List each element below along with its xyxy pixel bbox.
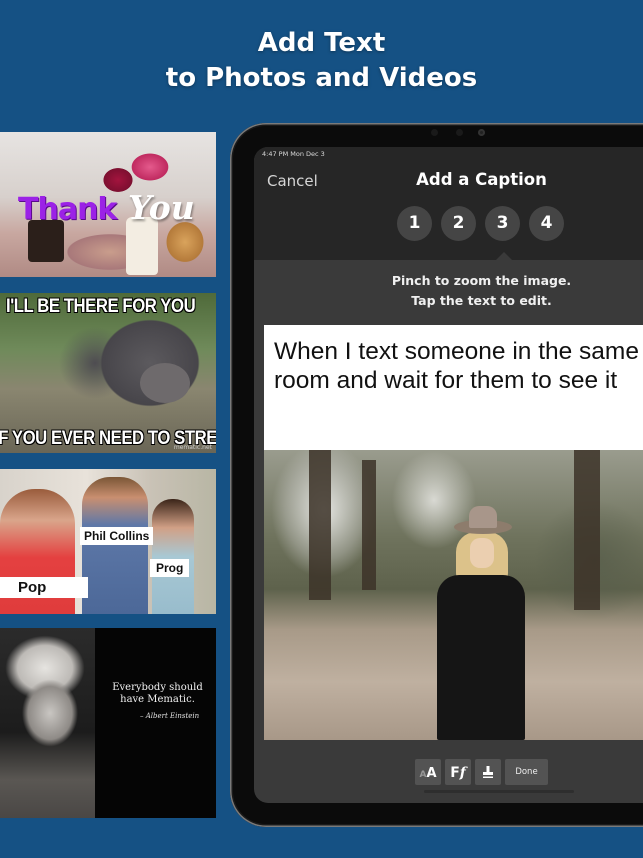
tree-trunk bbox=[574, 450, 600, 610]
step-4-button[interactable]: 4 bbox=[529, 206, 564, 241]
headline-line-1: Add Text bbox=[257, 28, 386, 58]
meme-label: Prog bbox=[150, 559, 190, 577]
hint-line-2: Tap the text to edit. bbox=[411, 293, 552, 308]
tree-trunk bbox=[362, 460, 376, 590]
done-button[interactable]: Done bbox=[505, 759, 548, 785]
hat-crown bbox=[469, 506, 497, 528]
camera-icon bbox=[478, 129, 485, 136]
nav-header: 4:47 PM Mon Dec 3 Cancel Add a Caption 1… bbox=[254, 147, 643, 260]
woman-figure bbox=[437, 575, 525, 740]
text-size-button[interactable]: AA bbox=[415, 759, 441, 785]
headline-line-2: to Photos and Videos bbox=[165, 63, 478, 93]
thank-text: Thank bbox=[18, 192, 117, 227]
active-step-pointer bbox=[496, 252, 512, 260]
photo-canvas[interactable] bbox=[264, 450, 643, 740]
caption-text-area[interactable]: When I text someone in the same room and… bbox=[264, 325, 643, 450]
instructions: Pinch to zoom the image. Tap the text to… bbox=[254, 271, 643, 311]
step-2-button[interactable]: 2 bbox=[441, 206, 476, 241]
stamp-icon bbox=[483, 766, 493, 778]
meme-top-text: I'LL BE THERE FOR YOU bbox=[6, 296, 196, 317]
person-figure bbox=[152, 499, 194, 614]
einstein-portrait bbox=[0, 628, 95, 818]
face bbox=[470, 538, 494, 568]
text-size-icon-large: A bbox=[426, 766, 437, 781]
caption-text[interactable]: When I text someone in the same room and… bbox=[274, 337, 643, 395]
quote-text: Everybody should have Mematic. bbox=[112, 682, 203, 705]
watermark: mematic.net bbox=[173, 444, 212, 451]
quote-author: – Albert Einstein bbox=[140, 712, 200, 720]
meme-label: Phil Collins bbox=[80, 527, 154, 545]
step-1-button[interactable]: 1 bbox=[397, 206, 432, 241]
thumbnail-pig-meme: I'LL BE THERE FOR YOU IF YOU EVER NEED T… bbox=[0, 293, 216, 453]
ipad-device-frame: 4:47 PM Mon Dec 3 Cancel Add a Caption 1… bbox=[230, 123, 643, 827]
caption-line-2: room and wait for them to see it bbox=[274, 367, 618, 394]
hint-line-1: Pinch to zoom the image. bbox=[391, 273, 572, 288]
person-figure bbox=[82, 477, 148, 614]
pig-image bbox=[140, 363, 190, 403]
thumbnail-distracted-boyfriend: Phil Collins Prog Pop bbox=[0, 469, 216, 614]
sensor-dot bbox=[431, 129, 438, 136]
font-button[interactable]: Ff bbox=[445, 759, 471, 785]
caption-line-1: When I text someone in the same bbox=[274, 338, 639, 365]
thumbnail-einstein-quote: Everybody should have Mematic. – Albert … bbox=[0, 628, 216, 818]
stamp-button[interactable] bbox=[475, 759, 501, 785]
sensor-dot bbox=[456, 129, 463, 136]
thumbnail-thank-you: Thank You bbox=[0, 132, 216, 277]
page-headline: Add Text to Photos and Videos bbox=[0, 26, 643, 96]
tree-trunk bbox=[309, 450, 331, 600]
font-icon: Ff bbox=[450, 765, 466, 781]
step-3-button[interactable]: 3 bbox=[485, 206, 520, 241]
cancel-button[interactable]: Cancel bbox=[267, 172, 318, 190]
home-indicator bbox=[424, 790, 574, 793]
app-screen: 4:47 PM Mon Dec 3 Cancel Add a Caption 1… bbox=[254, 147, 643, 803]
status-bar-time: 4:47 PM Mon Dec 3 bbox=[262, 150, 325, 158]
screen-title: Add a Caption bbox=[416, 170, 547, 189]
you-text: You bbox=[128, 188, 195, 227]
meme-label: Pop bbox=[0, 577, 88, 598]
